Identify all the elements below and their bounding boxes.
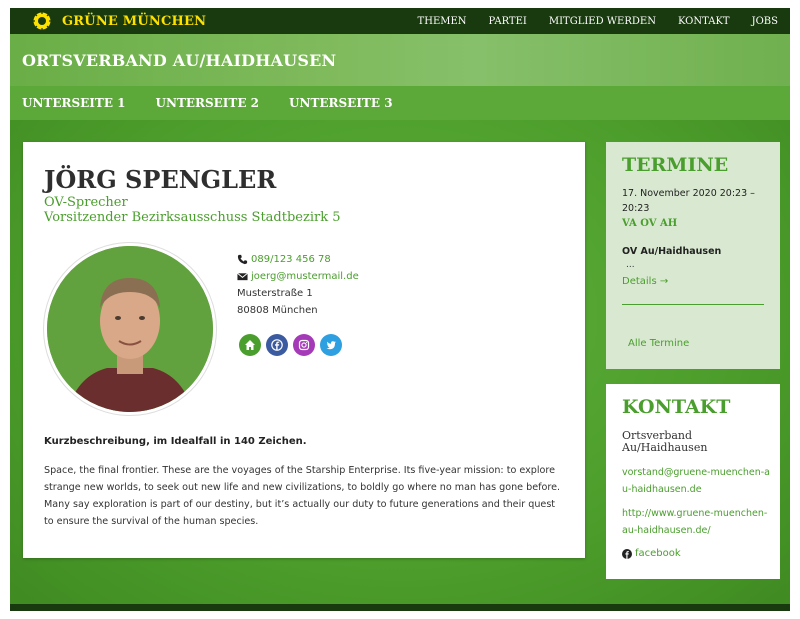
- kontakt-heading: KONTAKT: [622, 396, 731, 418]
- kontakt-website-link[interactable]: http://www.gruene-muenchen-au-haidhausen…: [622, 505, 772, 539]
- twitter-button[interactable]: [320, 334, 342, 356]
- address-city: 80808 München: [237, 305, 318, 316]
- nav-kontakt[interactable]: KONTAKT: [678, 16, 730, 27]
- person-role: OV-Sprecher: [44, 195, 128, 210]
- kontakt-email-link[interactable]: vorstand@gruene-muenchen-au-haidhausen.d…: [622, 464, 772, 498]
- address-street: Musterstraße 1: [237, 288, 313, 299]
- phone-link[interactable]: 089/123 456 78: [251, 254, 331, 265]
- subnav-unterseite-3[interactable]: UNTERSEITE 3: [289, 96, 393, 110]
- termine-heading: TERMINE: [622, 154, 729, 176]
- twitter-icon: [326, 341, 336, 350]
- facebook-button[interactable]: [266, 334, 288, 356]
- banner-title[interactable]: ORTSVERBAND AU/HAIDHAUSEN: [22, 51, 336, 70]
- instagram-button[interactable]: [293, 334, 315, 356]
- event-organizer: OV Au/Haidhausen: [622, 246, 722, 257]
- home-icon: [245, 340, 255, 350]
- divider: [622, 304, 764, 305]
- portrait-image: [47, 246, 213, 412]
- person-photo: [44, 243, 216, 415]
- sunflower-icon: [32, 11, 52, 31]
- home-button[interactable]: [239, 334, 261, 356]
- nav-mitglied-werden[interactable]: MITGLIED WERDEN: [549, 16, 656, 27]
- email-link[interactable]: joerg@mustermail.de: [251, 271, 359, 282]
- facebook-icon: [622, 548, 632, 559]
- contact-info: 089/123 456 78 joerg@mustermail.de Muste…: [237, 251, 359, 319]
- nav-partei[interactable]: PARTEI: [489, 16, 527, 27]
- event-title[interactable]: VA OV AH: [622, 218, 677, 229]
- person-description: Space, the final frontier. These are the…: [44, 465, 561, 527]
- brand-logo[interactable]: GRÜNE MÜNCHEN: [10, 11, 206, 31]
- event-date: 17. November 2020 20:23 – 20:23: [622, 188, 755, 214]
- kontakt-organization: Ortsverband Au/Haidhausen: [622, 429, 708, 454]
- facebook-icon: [271, 339, 283, 351]
- sub-nav: UNTERSEITE 1 UNTERSEITE 2 UNTERSEITE 3: [10, 86, 790, 120]
- instagram-icon: [298, 339, 310, 351]
- person-card: JÖRG SPENGLER OV-Sprecher Vorsitzender B…: [23, 142, 585, 558]
- phone-icon: [237, 254, 248, 265]
- event-details-link[interactable]: Details →: [622, 276, 668, 287]
- main-nav: THEMEN PARTEI MITGLIED WERDEN KONTAKT JO…: [418, 16, 790, 27]
- facebook-label: facebook: [635, 548, 681, 559]
- subnav-unterseite-1[interactable]: UNTERSEITE 1: [22, 96, 126, 110]
- nav-jobs[interactable]: JOBS: [752, 16, 778, 27]
- nav-themen[interactable]: THEMEN: [418, 16, 467, 27]
- top-bar: GRÜNE MÜNCHEN THEMEN PARTEI MITGLIED WER…: [10, 8, 790, 34]
- termine-widget: TERMINE 17. November 2020 20:23 – 20:23 …: [606, 142, 780, 369]
- kontakt-facebook-link[interactable]: facebook: [622, 548, 681, 559]
- section-banner: ORTSVERBAND AU/HAIDHAUSEN: [10, 34, 790, 86]
- event-excerpt: ...: [626, 260, 635, 270]
- subnav-unterseite-2[interactable]: UNTERSEITE 2: [156, 96, 260, 110]
- short-description-heading: Kurzbeschreibung, im Idealfall in 140 Ze…: [44, 436, 307, 447]
- envelope-icon: [237, 272, 248, 281]
- all-events-link[interactable]: Alle Termine: [628, 338, 689, 349]
- person-name: JÖRG SPENGLER: [44, 165, 277, 194]
- brand-name: GRÜNE MÜNCHEN: [62, 13, 207, 29]
- person-role-secondary: Vorsitzender Bezirksausschuss Stadtbezir…: [44, 210, 341, 225]
- footer-bar: [10, 604, 790, 611]
- page-frame: GRÜNE MÜNCHEN THEMEN PARTEI MITGLIED WER…: [10, 8, 790, 611]
- kontakt-widget: KONTAKT Ortsverband Au/Haidhausen vorsta…: [606, 384, 780, 579]
- social-links: [239, 334, 347, 356]
